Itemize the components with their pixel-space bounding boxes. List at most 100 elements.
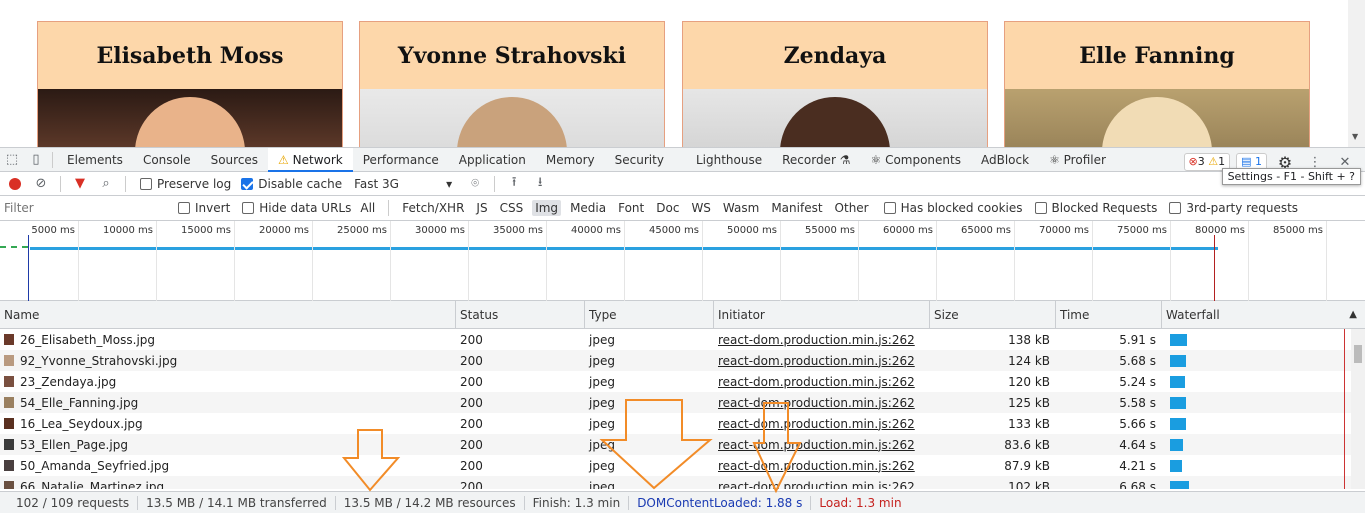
table-scrollbar[interactable]	[1351, 329, 1365, 489]
cell-initiator-link[interactable]: react-dom.production.min.js:262	[714, 333, 930, 347]
tab-performance[interactable]: Performance	[353, 148, 449, 172]
cell-waterfall[interactable]	[1162, 413, 1365, 434]
table-row[interactable]: 53_Ellen_Page.jpg 200 jpeg react-dom.produc…	[0, 434, 1365, 455]
preserve-log-checkbox[interactable]: Preserve log	[140, 177, 231, 191]
filter-input[interactable]	[4, 198, 166, 218]
table-row[interactable]: 26_Elisabeth_Moss.jpg 200 jpeg react-dom.pr…	[0, 329, 1365, 350]
table-row[interactable]: 50_Amanda_Seyfried.jpg 200 jpeg react-dom.p…	[0, 455, 1365, 476]
cell-name[interactable]: 54_Elle_Fanning.jpg	[0, 396, 456, 410]
cell-initiator-link[interactable]: react-dom.production.min.js:262	[714, 354, 930, 368]
tab-elements[interactable]: Elements	[57, 148, 133, 172]
cell-name[interactable]: 16_Lea_Seydoux.jpg	[0, 417, 456, 431]
type-filter-fetch[interactable]: Fetch/XHR	[399, 200, 467, 216]
type-filter-wasm[interactable]: Wasm	[720, 200, 762, 216]
checkbox-box[interactable]	[241, 177, 254, 190]
type-filter-img[interactable]: Img	[532, 200, 562, 216]
cell-initiator-link[interactable]: react-dom.production.min.js:262	[714, 396, 930, 410]
network-overview-timeline[interactable]: 5000 ms 10000 ms 15000 ms 20000 ms 25000 ms 3…	[0, 221, 1365, 301]
cell-waterfall[interactable]	[1162, 329, 1365, 350]
blocked-cookies-checkbox[interactable]: Has blocked cookies	[883, 201, 1023, 215]
throttling-select[interactable]: Fast 3G ▾	[354, 177, 452, 191]
timeline-tick-label: 65000 ms	[961, 225, 1011, 236]
blocked-requests-checkbox[interactable]: Blocked Requests	[1034, 201, 1157, 215]
column-header-size[interactable]: Size	[930, 301, 1056, 329]
checkbox-box[interactable]	[140, 177, 152, 190]
cell-name[interactable]: 50_Amanda_Seyfried.jpg	[0, 459, 456, 473]
filter-icon[interactable]: ▼	[69, 176, 91, 191]
table-row[interactable]: 92_Yvonne_Strahovski.jpg 200 jpeg react-dom…	[0, 350, 1365, 371]
page-scrollbar[interactable]: ▼	[1348, 0, 1365, 147]
column-header-initiator[interactable]: Initiator	[714, 301, 930, 329]
type-filter-doc[interactable]: Doc	[653, 200, 682, 216]
type-filter-ws[interactable]: WS	[688, 200, 713, 216]
cell-name[interactable]: 92_Yvonne_Strahovski.jpg	[0, 354, 456, 368]
type-filter-font[interactable]: Font	[615, 200, 647, 216]
import-har-icon[interactable]: ⭱	[503, 173, 525, 195]
tab-lighthouse[interactable]: Lighthouse	[686, 148, 772, 172]
column-header-name[interactable]: Name	[0, 301, 456, 329]
third-party-checkbox[interactable]: 3rd-party requests	[1169, 201, 1298, 215]
column-header-time[interactable]: Time	[1056, 301, 1162, 329]
cell-initiator-link[interactable]: react-dom.production.min.js:262	[714, 459, 930, 473]
disable-cache-checkbox[interactable]: Disable cache	[241, 177, 342, 191]
cell-name[interactable]: 66_Natalie_Martinez.jpg	[0, 480, 456, 489]
actress-card[interactable]: Elle Fanning	[1004, 21, 1310, 147]
tab-profiler[interactable]: ⚛ Profiler	[1039, 148, 1116, 172]
tab-memory[interactable]: Memory	[536, 148, 605, 172]
inspect-element-icon[interactable]: ⬚	[0, 148, 24, 172]
cell-initiator-link[interactable]: react-dom.production.min.js:262	[714, 438, 930, 452]
actress-card[interactable]: Zendaya	[682, 21, 988, 147]
type-filter-css[interactable]: CSS	[497, 200, 527, 216]
type-filter-js[interactable]: JS	[473, 200, 490, 216]
clear-icon[interactable]: ⊘	[30, 176, 52, 191]
hide-data-urls-checkbox[interactable]: Hide data URLs	[242, 201, 351, 215]
tab-application[interactable]: Application	[449, 148, 536, 172]
tab-adblock[interactable]: AdBlock	[971, 148, 1039, 172]
cell-name[interactable]: 26_Elisabeth_Moss.jpg	[0, 333, 456, 347]
actress-card[interactable]: Elisabeth Moss	[37, 21, 343, 147]
device-toolbar-icon[interactable]: ▯	[24, 148, 48, 172]
cell-name[interactable]: 53_Ellen_Page.jpg	[0, 438, 456, 452]
tab-recorder[interactable]: Recorder ⚗	[772, 148, 860, 172]
column-header-status[interactable]: Status	[456, 301, 585, 329]
cell-initiator-link[interactable]: react-dom.production.min.js:262	[714, 417, 930, 431]
checkbox-box[interactable]	[1169, 202, 1182, 214]
type-filter-media[interactable]: Media	[567, 200, 609, 216]
export-har-icon[interactable]: ⭳	[529, 173, 551, 195]
tab-sources[interactable]: Sources	[201, 148, 268, 172]
network-conditions-icon[interactable]: ⌾	[464, 176, 486, 191]
scrollbar-thumb[interactable]	[1354, 345, 1362, 363]
cell-initiator-link[interactable]: react-dom.production.min.js:262	[714, 480, 930, 490]
actress-card[interactable]: Yvonne Strahovski	[359, 21, 665, 147]
cell-waterfall[interactable]	[1162, 455, 1365, 476]
card-photo	[1005, 89, 1309, 147]
column-header-waterfall[interactable]: Waterfall ▲	[1162, 301, 1365, 329]
tab-components[interactable]: ⚛ Components	[860, 148, 971, 172]
tab-network[interactable]: ⚠ Network	[268, 147, 353, 172]
table-row[interactable]: 23_Zendaya.jpg 200 jpeg react-dom.productio…	[0, 371, 1365, 392]
cell-waterfall[interactable]	[1162, 371, 1365, 392]
cell-waterfall[interactable]	[1162, 476, 1365, 489]
checkbox-box[interactable]	[883, 202, 896, 214]
tab-console[interactable]: Console	[133, 148, 201, 172]
record-button[interactable]	[9, 177, 21, 190]
cell-waterfall[interactable]	[1162, 350, 1365, 371]
checkbox-box[interactable]	[178, 202, 190, 214]
cell-waterfall[interactable]	[1162, 434, 1365, 455]
scroll-down-icon[interactable]: ▼	[1352, 132, 1358, 141]
table-row[interactable]: 54_Elle_Fanning.jpg 200 jpeg react-dom.prod…	[0, 392, 1365, 413]
tab-security[interactable]: Security	[605, 148, 674, 172]
type-filter-other[interactable]: Other	[832, 200, 872, 216]
checkbox-box[interactable]	[1034, 202, 1047, 214]
search-icon[interactable]: ⌕	[95, 176, 117, 191]
type-filter-all[interactable]: All	[357, 200, 378, 216]
cell-name[interactable]: 23_Zendaya.jpg	[0, 375, 456, 389]
column-header-type[interactable]: Type	[585, 301, 714, 329]
cell-initiator-link[interactable]: react-dom.production.min.js:262	[714, 375, 930, 389]
table-row[interactable]: 66_Natalie_Martinez.jpg 200 jpeg react-dom.…	[0, 476, 1365, 489]
type-filter-manifest[interactable]: Manifest	[768, 200, 825, 216]
cell-waterfall[interactable]	[1162, 392, 1365, 413]
table-row[interactable]: 16_Lea_Seydoux.jpg 200 jpeg react-dom.produ…	[0, 413, 1365, 434]
checkbox-box[interactable]	[242, 202, 255, 214]
invert-checkbox[interactable]: Invert	[178, 201, 230, 215]
